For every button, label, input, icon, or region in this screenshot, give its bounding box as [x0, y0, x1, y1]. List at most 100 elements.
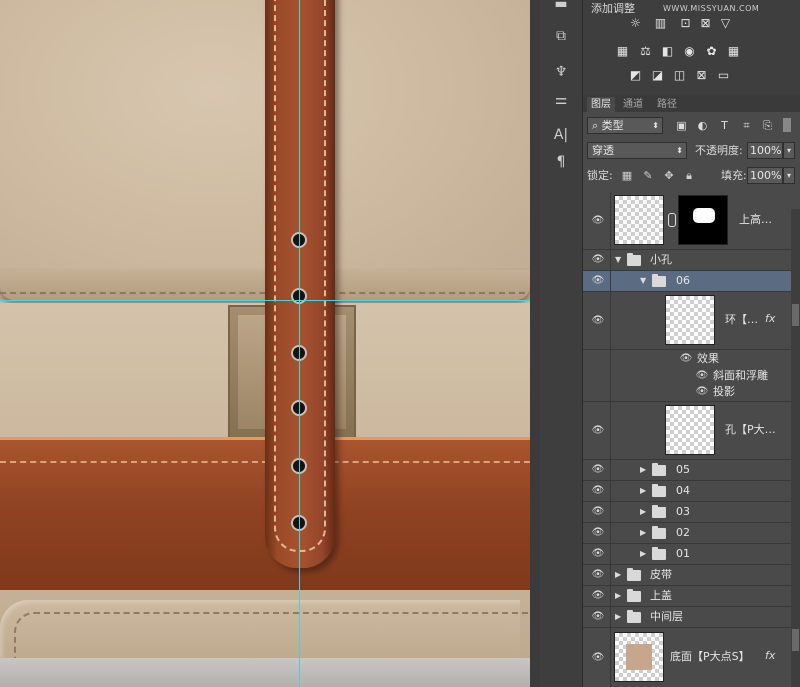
brush-preset-icon[interactable]: ⧉ [551, 26, 571, 46]
color-balance-icon[interactable]: ⚖ [638, 44, 653, 59]
collapse-triangle-icon[interactable]: ▶ [640, 465, 646, 475]
invert-icon[interactable]: ◩ [628, 68, 643, 83]
tab-layers[interactable]: 图层 [587, 97, 615, 112]
adjustment-filter-icon[interactable]: ◐ [696, 119, 709, 132]
layer-row-group-05[interactable]: 👁︎ ▶ 05 [583, 460, 791, 481]
eye-icon[interactable]: 👁︎ [591, 426, 605, 436]
layer-name[interactable]: 01 [676, 547, 690, 561]
eye-icon[interactable]: 👁︎ [591, 612, 605, 622]
collapse-triangle-icon[interactable]: ▶ [640, 528, 646, 538]
opacity-dropdown-icon[interactable]: ▾ [783, 142, 795, 159]
link-icon[interactable] [668, 213, 676, 227]
expand-triangle-icon[interactable]: ▼ [640, 276, 646, 286]
channel-mixer-icon[interactable]: ✿ [704, 44, 719, 59]
layer-name[interactable]: 上高… [739, 213, 772, 227]
eye-icon[interactable]: 👁︎ [591, 316, 605, 326]
layer-row-group-belt[interactable]: 👁︎ ▶ 皮带 [583, 565, 791, 586]
layer-row-ring[interactable]: 👁︎ 环【… fx [583, 292, 791, 350]
paragraph-icon[interactable]: ¶ [551, 152, 571, 172]
vibrance-icon[interactable]: ▽ [718, 16, 733, 31]
layer-name[interactable]: 环【… [725, 313, 758, 327]
eye-icon[interactable]: 👁︎ [591, 486, 605, 496]
eye-icon[interactable]: 👁︎ [591, 507, 605, 517]
eye-icon[interactable]: 👁︎ [591, 570, 605, 580]
eye-icon[interactable]: 👁︎ [591, 591, 605, 601]
collapse-triangle-icon[interactable]: ▶ [615, 591, 621, 601]
expand-triangle-icon[interactable]: ▼ [615, 255, 621, 265]
layer-name[interactable]: 04 [676, 484, 690, 498]
threshold-icon[interactable]: ◫ [672, 68, 687, 83]
layer-row-group-02[interactable]: 👁︎ ▶ 02 [583, 523, 791, 544]
layer-row-group-lid[interactable]: 👁︎ ▶ 上盖 [583, 586, 791, 607]
history-icon[interactable]: ▬ [551, 0, 571, 14]
layer-row-group-small-holes[interactable]: 👁︎ ▼ 小孔 [583, 250, 791, 271]
selective-color-icon[interactable]: ⊠ [694, 68, 709, 83]
lock-all-icon[interactable]: 🔒︎ [683, 170, 695, 182]
layer-mask-thumbnail[interactable] [678, 195, 728, 245]
properties-icon[interactable]: ⚌ [551, 90, 571, 110]
scrollbar-thumb[interactable] [792, 304, 799, 326]
eye-icon[interactable]: 👁︎ [591, 465, 605, 475]
layer-name[interactable]: 上盖 [650, 589, 672, 603]
layer-name[interactable]: 中间层 [650, 610, 683, 624]
document-canvas[interactable] [0, 0, 530, 687]
layer-row-top-highlight[interactable]: 👁︎ 上高… [583, 192, 791, 250]
eye-icon[interactable]: 👁︎ [679, 354, 693, 364]
effect-drop-shadow[interactable]: 投影 [713, 385, 735, 399]
exposure-icon[interactable]: ⊠ [698, 16, 713, 31]
horizontal-guide[interactable] [0, 300, 530, 301]
shape-filter-icon[interactable]: ⌗ [740, 119, 753, 132]
collapse-triangle-icon[interactable]: ▶ [615, 612, 621, 622]
collapse-triangle-icon[interactable]: ▶ [640, 486, 646, 496]
eye-icon[interactable]: 👁︎ [695, 371, 709, 381]
layer-row-group-06[interactable]: 👁︎ ▼ 06 [583, 271, 791, 292]
layer-name[interactable]: 孔【P大… [725, 423, 776, 437]
fill-input[interactable]: 100% [747, 167, 783, 184]
pixel-filter-icon[interactable]: ▣ [675, 119, 688, 132]
gradient-map-icon[interactable]: ▭ [716, 68, 731, 83]
layer-row-base[interactable]: 👁︎ 底面【P大点S】 fx [583, 628, 791, 687]
layer-row-group-middle[interactable]: 👁︎ ▶ 中间层 [583, 607, 791, 628]
layer-name[interactable]: 小孔 [650, 253, 672, 267]
eye-icon[interactable]: 👁︎ [591, 549, 605, 559]
brightness-icon[interactable]: ☼ [628, 16, 643, 31]
layer-effects-icon[interactable]: fx [765, 649, 775, 662]
collapse-triangle-icon[interactable]: ▶ [640, 549, 646, 559]
layer-name[interactable]: 底面【P大点S】 [670, 650, 750, 664]
character-icon[interactable]: A| [551, 125, 571, 145]
lock-pixels-icon[interactable]: ✎ [642, 170, 654, 182]
hue-saturation-icon[interactable]: ▦ [615, 44, 630, 59]
eye-icon[interactable]: 👁︎ [591, 528, 605, 538]
tab-channels[interactable]: 通道 [619, 97, 647, 112]
eye-icon[interactable]: 👁︎ [695, 387, 709, 397]
filter-toggle[interactable] [783, 118, 791, 132]
layer-filter-select[interactable]: ⌕ 类型 ⬍ [587, 117, 663, 134]
layer-name[interactable]: 05 [676, 463, 690, 477]
layer-row-group-01[interactable]: 👁︎ ▶ 01 [583, 544, 791, 565]
layer-effects-icon[interactable]: fx [765, 312, 775, 325]
opacity-input[interactable]: 100% [747, 142, 783, 159]
scrollbar-thumb[interactable] [792, 629, 799, 651]
curves-icon[interactable]: ⊡ [678, 16, 693, 31]
layer-name[interactable]: 03 [676, 505, 690, 519]
color-lookup-icon[interactable]: ▦ [726, 44, 741, 59]
layer-name[interactable]: 06 [676, 274, 690, 288]
brush-panel-icon[interactable]: ♆ [551, 62, 571, 82]
eye-icon[interactable]: 👁︎ [591, 276, 605, 286]
lock-position-icon[interactable]: ✥ [663, 170, 675, 182]
vertical-guide[interactable] [299, 0, 300, 687]
layer-name[interactable]: 02 [676, 526, 690, 540]
layer-row-hole[interactable]: 👁︎ 孔【P大… [583, 402, 791, 460]
effect-bevel-emboss[interactable]: 斜面和浮雕 [713, 369, 768, 383]
smart-object-filter-icon[interactable]: ⎘ [761, 119, 774, 132]
eye-icon[interactable]: 👁︎ [591, 255, 605, 265]
tab-paths[interactable]: 路径 [653, 97, 681, 112]
levels-icon[interactable]: ▥ [653, 16, 668, 31]
type-filter-icon[interactable]: T [718, 119, 731, 132]
layers-scrollbar[interactable] [791, 209, 800, 687]
layer-name[interactable]: 皮带 [650, 568, 672, 582]
fill-dropdown-icon[interactable]: ▾ [783, 167, 795, 184]
layer-row-group-04[interactable]: 👁︎ ▶ 04 [583, 481, 791, 502]
collapse-triangle-icon[interactable]: ▶ [615, 570, 621, 580]
eye-icon[interactable]: 👁︎ [591, 216, 605, 226]
